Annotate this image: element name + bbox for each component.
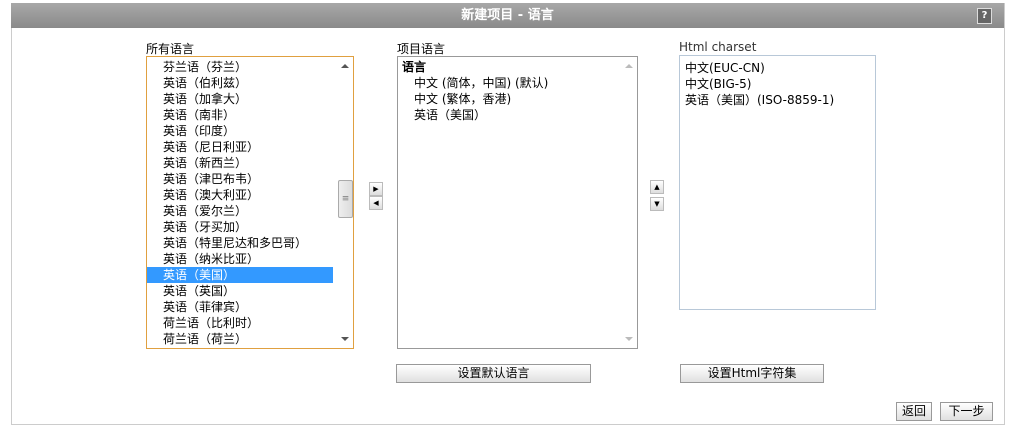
list-item[interactable]: 芬兰语（芬兰） (147, 59, 333, 75)
list-item[interactable]: 英语（尼日利亚） (147, 139, 333, 155)
scroll-down-icon[interactable] (341, 337, 349, 341)
list-item[interactable]: 英语（牙买加） (147, 219, 333, 235)
title-bar: 新建项目 - 语言 ? (11, 3, 1004, 28)
all-languages-list[interactable]: 芬兰语（芬兰） 英语（伯利兹） 英语（加拿大） 英语（南非） 英语（印度） 英语（尼日利亚… (146, 56, 354, 349)
scroll-up-icon[interactable] (341, 64, 349, 68)
list-item[interactable]: 英语（美国）(ISO-8859-1) (685, 92, 875, 108)
list-item[interactable]: 英语（新西兰） (147, 155, 333, 171)
list-item[interactable]: 英语（澳大利亚） (147, 187, 333, 203)
list-item[interactable]: 荷兰语（比利时） (147, 315, 333, 331)
list-item[interactable]: 英语（美国） (147, 267, 333, 283)
list-item[interactable]: 英语（特里尼达和多巴哥） (147, 235, 333, 251)
scroll-down-icon[interactable] (625, 337, 633, 341)
list-item[interactable]: 荷兰语（荷兰） (147, 331, 333, 347)
move-down-button[interactable]: ▼ (650, 197, 664, 211)
all-languages-label: 所有语言 (146, 42, 195, 56)
project-languages-list[interactable]: 语言 中文 (简体，中国) (默认) 中文 (繁体，香港) 英语（美国） (397, 56, 638, 349)
list-item[interactable]: 英语（美国） (398, 107, 637, 123)
help-icon[interactable]: ? (977, 8, 992, 24)
list-item[interactable]: 英语（纳米比亚） (147, 251, 333, 267)
list-item[interactable]: 英语（菲律宾） (147, 299, 333, 315)
project-languages-label: 项目语言 (397, 42, 446, 56)
list-item[interactable]: 英语（津巴布韦） (147, 171, 333, 187)
list-item[interactable]: 英语（加拿大） (147, 91, 333, 107)
set-html-charset-button[interactable]: 设置Html字符集 (680, 364, 824, 383)
list-item[interactable]: 中文(EUC-CN) (685, 60, 875, 76)
list-item[interactable]: 英语（印度） (147, 123, 333, 139)
scrollbar-thumb[interactable]: ≡ (338, 180, 353, 218)
next-button[interactable]: 下一步 (940, 402, 993, 421)
list-item[interactable]: 中文 (繁体，香港) (398, 91, 637, 107)
list-item[interactable]: 英语（爱尔兰） (147, 203, 333, 219)
list-item[interactable]: 英语（南非） (147, 107, 333, 123)
dialog-title: 新建项目 - 语言 (461, 8, 554, 23)
back-button[interactable]: 返回 (896, 402, 932, 421)
scrollbar[interactable] (621, 57, 637, 348)
scrollbar[interactable]: ≡ (337, 57, 353, 348)
group-header: 语言 (402, 60, 427, 74)
list-item[interactable]: 中文 (简体，中国) (默认) (398, 75, 637, 91)
set-default-language-button[interactable]: 设置默认语言 (396, 364, 591, 383)
list-item[interactable]: 英语（伯利兹） (147, 75, 333, 91)
charset-label: Html charset (679, 40, 757, 54)
add-language-button[interactable]: ▶ (369, 182, 383, 196)
charset-list[interactable]: 中文(EUC-CN) 中文(BIG-5) 英语（美国）(ISO-8859-1) (679, 55, 876, 310)
move-up-button[interactable]: ▲ (650, 180, 664, 194)
list-item[interactable]: 英语（英国） (147, 283, 333, 299)
remove-language-button[interactable]: ◀ (369, 196, 383, 210)
list-item[interactable]: 中文(BIG-5) (685, 76, 875, 92)
scroll-up-icon[interactable] (625, 64, 633, 68)
